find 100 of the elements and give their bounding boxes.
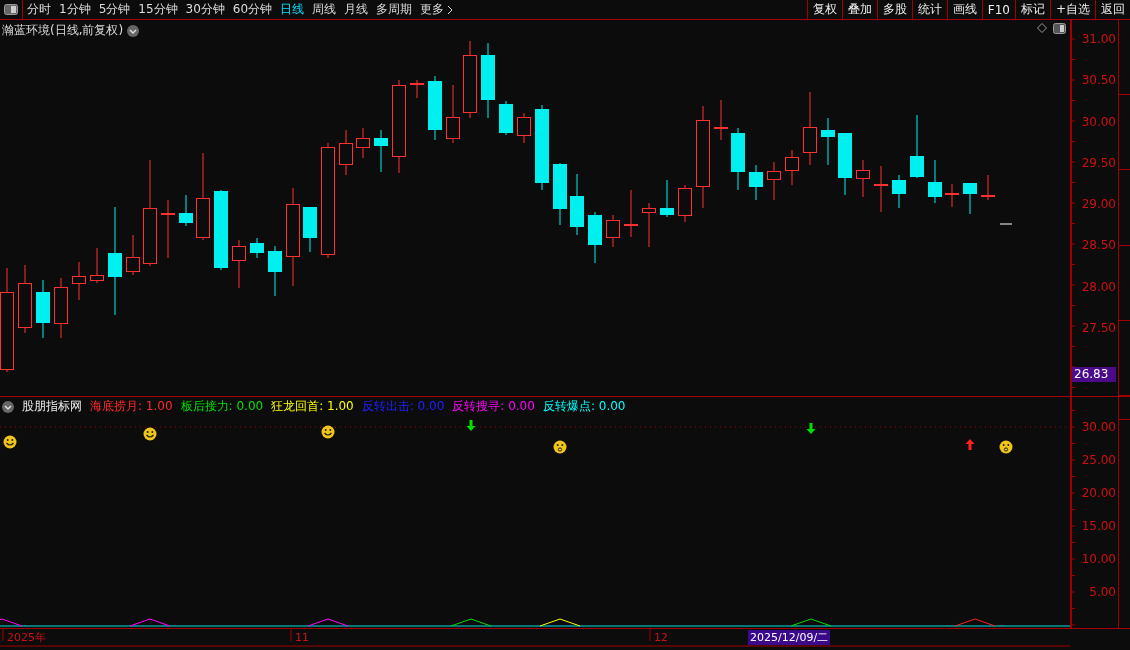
chart-title: 瀚蓝环境(日线,前复权) xyxy=(2,22,124,39)
diamond-icon[interactable] xyxy=(1037,23,1047,33)
price-tag: 26.83 xyxy=(1072,367,1116,382)
indicator-name: 股朋指标网 xyxy=(22,398,82,415)
candlestick xyxy=(553,162,567,226)
period-tab[interactable]: 30分钟 xyxy=(181,0,229,19)
axis-label: 31.00 xyxy=(1081,32,1116,46)
candlestick xyxy=(874,165,888,213)
toolbar-button[interactable]: 叠加 xyxy=(841,0,877,19)
candlestick xyxy=(731,127,745,191)
candlestick xyxy=(767,161,781,201)
candlestick xyxy=(945,183,959,208)
candlestick xyxy=(517,112,531,144)
indicator-value: 反转出击: 0.00 xyxy=(361,398,445,415)
period-tab[interactable]: 分时 xyxy=(23,0,55,19)
period-tab[interactable]: 周线 xyxy=(308,0,341,19)
candlestick xyxy=(981,174,995,201)
date-label: 11 xyxy=(295,631,309,644)
axis-label: 15.00 xyxy=(1081,519,1116,533)
candlestick xyxy=(179,194,193,227)
chevron-right-icon xyxy=(447,4,454,15)
candlestick xyxy=(606,214,620,248)
indicator-value: 海底捞月: 1.00 xyxy=(90,398,173,415)
axis-label: 28.50 xyxy=(1081,238,1116,252)
candlestick xyxy=(499,100,513,136)
axis-label: 27.50 xyxy=(1081,321,1116,335)
panel-toggle-icon[interactable] xyxy=(1053,23,1066,34)
candlestick xyxy=(410,79,424,99)
dropdown-icon[interactable] xyxy=(2,400,14,413)
candlestick xyxy=(18,264,32,334)
candlestick xyxy=(339,129,353,176)
surprised-face-icon xyxy=(999,440,1013,454)
dropdown-icon[interactable] xyxy=(127,24,140,37)
candlestick xyxy=(72,261,86,301)
period-tab[interactable]: 更多 xyxy=(416,0,458,19)
candlestick xyxy=(624,189,638,238)
candlestick xyxy=(856,159,870,198)
axis-label: 29.00 xyxy=(1081,197,1116,211)
candlestick xyxy=(161,199,175,259)
toolbar-button[interactable]: 返回 xyxy=(1095,0,1130,19)
axis-label: 10.00 xyxy=(1081,552,1116,566)
toolbar-button[interactable]: 统计 xyxy=(911,0,947,19)
candlestick xyxy=(892,174,906,209)
candlestick xyxy=(232,239,246,289)
axis-label: 30.00 xyxy=(1081,420,1116,434)
indicator-value: 反转爆点: 0.00 xyxy=(542,398,626,415)
candlestick xyxy=(90,247,104,284)
toolbar-button[interactable]: F10 xyxy=(981,0,1015,19)
candlestick xyxy=(821,117,835,166)
toolbar-button[interactable]: 画线 xyxy=(946,0,982,19)
axis-label: 30.00 xyxy=(1081,115,1116,129)
candlestick xyxy=(714,99,728,141)
axis-label: 20.00 xyxy=(1081,486,1116,500)
candlestick xyxy=(588,211,602,264)
cursor-date: 2025/12/09/二 xyxy=(748,630,831,645)
smiley-icon xyxy=(321,425,335,439)
smiley-icon xyxy=(143,427,157,441)
toolbar-button[interactable]: 标记 xyxy=(1014,0,1050,19)
candlestick xyxy=(250,237,264,259)
period-tab[interactable]: 15分钟 xyxy=(134,0,182,19)
date-label: 12 xyxy=(654,631,668,644)
date-label: 2025年 xyxy=(7,631,46,644)
period-tab[interactable]: 5分钟 xyxy=(94,0,135,19)
axis-label: 30.50 xyxy=(1081,73,1116,87)
smiley-icon xyxy=(3,435,17,449)
candlestick xyxy=(374,129,388,173)
indicator-value: 反转搜寻: 0.00 xyxy=(452,398,535,415)
candlestick xyxy=(660,179,674,218)
toolbar-button[interactable]: +自选 xyxy=(1049,0,1095,19)
candlestick xyxy=(36,279,50,339)
price-marker xyxy=(999,223,1013,225)
candlestick xyxy=(54,277,68,339)
candlestick xyxy=(642,202,656,248)
axis-label: 28.00 xyxy=(1081,280,1116,294)
indicator-value: 板后接力: 0.00 xyxy=(180,398,264,415)
candlestick xyxy=(446,84,460,144)
axis-label: 25.00 xyxy=(1081,453,1116,467)
candlestick xyxy=(678,184,692,223)
candlestick xyxy=(303,206,317,253)
period-tab[interactable]: 多周期 xyxy=(372,0,417,19)
axis-label: 29.50 xyxy=(1081,156,1116,170)
candlestick xyxy=(838,132,852,196)
candlestick xyxy=(785,149,799,186)
period-tab[interactable]: 60分钟 xyxy=(228,0,277,19)
candlestick xyxy=(910,114,924,179)
candlestick xyxy=(928,159,942,204)
period-tab[interactable]: 1分钟 xyxy=(55,0,95,19)
candlestick xyxy=(570,173,584,236)
period-tab[interactable]: 日线 xyxy=(276,0,309,19)
candlestick xyxy=(428,75,442,141)
panel-toggle-icon[interactable] xyxy=(4,4,18,15)
candlestick xyxy=(126,234,140,276)
toolbar-button[interactable]: 复权 xyxy=(806,0,842,19)
period-tab[interactable]: 月线 xyxy=(340,0,373,19)
axis-label: 5.00 xyxy=(1089,585,1116,599)
candlestick xyxy=(963,182,977,215)
toolbar-button[interactable]: 多股 xyxy=(876,0,912,19)
candlestick xyxy=(268,245,282,297)
candlestick xyxy=(749,164,763,201)
indicator-value: 狂龙回首: 1.00 xyxy=(271,398,354,415)
